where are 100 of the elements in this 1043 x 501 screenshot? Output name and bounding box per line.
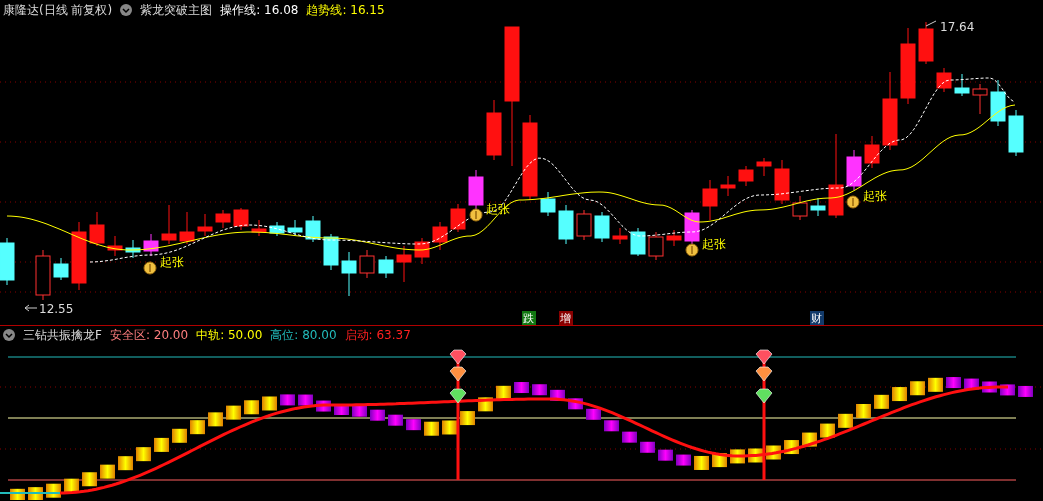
high-price-label: 17.64 <box>940 20 975 34</box>
candlestick <box>954 73 970 97</box>
indicator-bar <box>280 394 295 406</box>
candlestick <box>576 209 592 241</box>
candlestick <box>540 191 556 217</box>
indicator-bar <box>154 437 169 452</box>
indicator-bar <box>514 382 529 393</box>
rise-signal-label: 起张 <box>486 202 510 216</box>
candlestick <box>990 79 1006 127</box>
indicator-bar <box>442 420 457 435</box>
indicator-bar <box>550 389 565 401</box>
candlestick <box>305 215 321 243</box>
line-value: 趋势线: 16.15 <box>306 1 385 19</box>
indicator-bar <box>100 464 115 479</box>
candlestick <box>432 221 448 251</box>
candlestick <box>89 211 105 247</box>
indicator-bar <box>1000 384 1015 396</box>
candlestick <box>612 227 628 245</box>
candlestick <box>864 135 880 169</box>
candlestick <box>774 159 790 205</box>
indicator-bar <box>352 405 367 417</box>
indicator-bar <box>1018 385 1033 397</box>
indicator-bar <box>874 394 889 409</box>
indicator-bar <box>82 472 97 487</box>
indicator-bar <box>568 398 583 410</box>
candlestick <box>359 249 375 279</box>
candlestick <box>594 211 610 243</box>
indicator-name: 三钻共振擒龙F <box>23 326 102 344</box>
candlestick <box>792 195 808 221</box>
indicator-bar <box>532 384 547 396</box>
event-marker: 增 <box>559 311 573 325</box>
indicator-bar <box>334 404 349 415</box>
candlestick <box>71 221 87 291</box>
indicator-bar <box>460 411 475 426</box>
indicator-bar <box>298 394 313 406</box>
indicator-bar <box>910 381 925 396</box>
low-price-label: 12.55 <box>39 302 74 316</box>
diamond-icon <box>755 388 773 404</box>
candlestick <box>125 239 141 259</box>
indicator-bar <box>208 412 223 427</box>
falling-signal-line <box>0 492 61 494</box>
chevron-down-icon[interactable] <box>120 4 133 16</box>
candlestick <box>756 157 772 177</box>
indicator-bar <box>694 455 709 470</box>
indicator-bar <box>64 478 79 493</box>
candlestick <box>378 255 394 279</box>
candlestick <box>558 204 574 245</box>
indicator-value: 安全区: 20.00 <box>109 326 189 344</box>
rise-signal-label: 起张 <box>863 189 887 203</box>
candlestick <box>179 211 195 245</box>
diamond-icon <box>755 366 773 382</box>
candlestick <box>648 231 664 261</box>
indicator-bar <box>946 377 961 389</box>
candlestick <box>972 83 988 115</box>
candlestick <box>1008 109 1024 157</box>
indicator-bar <box>586 408 601 420</box>
indicator-bar <box>640 441 655 453</box>
candlestick <box>215 209 231 229</box>
candlestick <box>323 233 339 271</box>
indicator-bar <box>118 456 133 471</box>
candlestick <box>197 213 213 237</box>
indicator-bar <box>982 381 997 393</box>
candlestick <box>107 235 123 257</box>
indicator-bar <box>406 419 421 431</box>
candlestick <box>35 249 51 301</box>
indicator-bar <box>388 414 403 426</box>
indicator-bar <box>820 423 835 438</box>
diamond-icon <box>449 388 467 404</box>
indicator-value: 高位: 80.00 <box>270 326 337 344</box>
chevron-down-icon[interactable] <box>3 329 15 341</box>
indicator-value: 中轨: 50.00 <box>196 326 263 344</box>
candlestick <box>341 251 357 297</box>
candlestick <box>720 175 736 197</box>
indicator-name: 紫龙突破主图 <box>140 1 213 19</box>
indicator-bar <box>244 400 259 415</box>
diamond-icon <box>449 366 467 382</box>
candlestick <box>233 207 249 231</box>
rise-signal-label: 起张 <box>160 255 184 269</box>
candlestick <box>251 219 267 237</box>
indicator-bar <box>136 447 151 462</box>
indicator-bar <box>190 420 205 435</box>
indicator-bar <box>622 431 637 443</box>
candlestick <box>810 197 826 217</box>
candlestick <box>269 221 285 237</box>
candlestick <box>846 149 862 191</box>
diamond-icon <box>755 349 773 365</box>
candlestick <box>702 179 718 221</box>
indicator-bar <box>856 404 871 418</box>
indicator-bar <box>658 449 673 461</box>
candlestick <box>143 233 159 257</box>
indicator-bar <box>424 421 439 436</box>
indicator-bar <box>496 385 511 400</box>
candlestick <box>486 99 502 161</box>
candlestick <box>918 21 934 65</box>
indicator-bar <box>604 420 619 432</box>
indicator-bar <box>226 405 241 420</box>
indicator-bar <box>928 377 943 392</box>
event-marker: 财 <box>810 311 824 325</box>
indicator-value: 启动: 63.37 <box>344 326 411 344</box>
indicator-bar <box>316 400 331 412</box>
